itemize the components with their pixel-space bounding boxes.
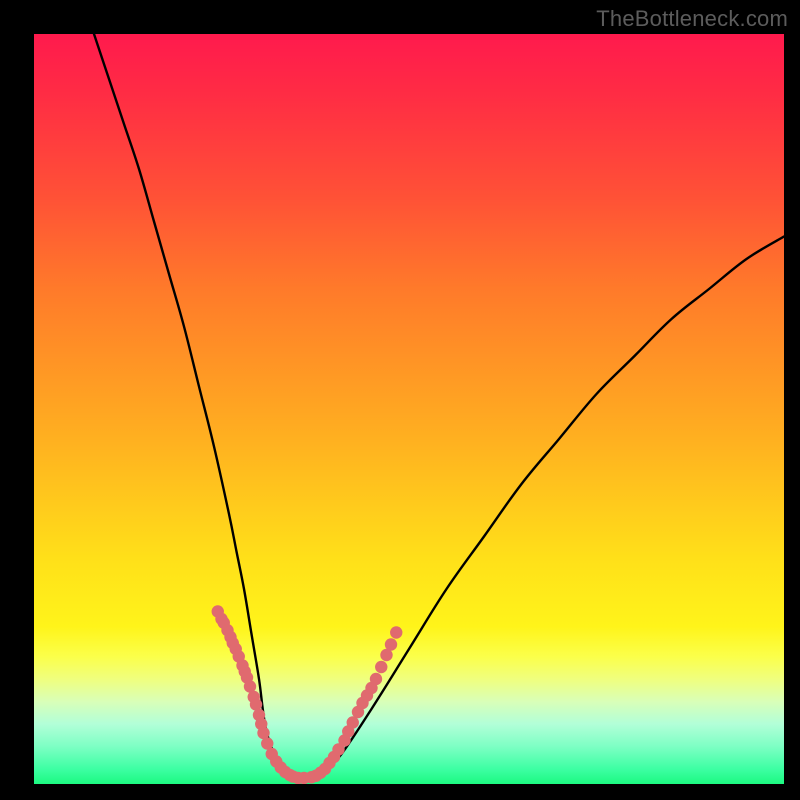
data-point — [250, 698, 262, 710]
plot-area — [34, 34, 784, 784]
data-point — [390, 626, 402, 638]
bottleneck-curve — [94, 34, 784, 781]
data-point — [370, 673, 382, 685]
chart-frame: TheBottleneck.com — [0, 0, 800, 800]
data-point — [375, 661, 387, 673]
marker-cluster-right — [305, 626, 402, 783]
curve-layer — [34, 34, 784, 784]
data-point — [385, 638, 397, 650]
data-point — [347, 716, 359, 728]
watermark-label: TheBottleneck.com — [596, 6, 788, 32]
